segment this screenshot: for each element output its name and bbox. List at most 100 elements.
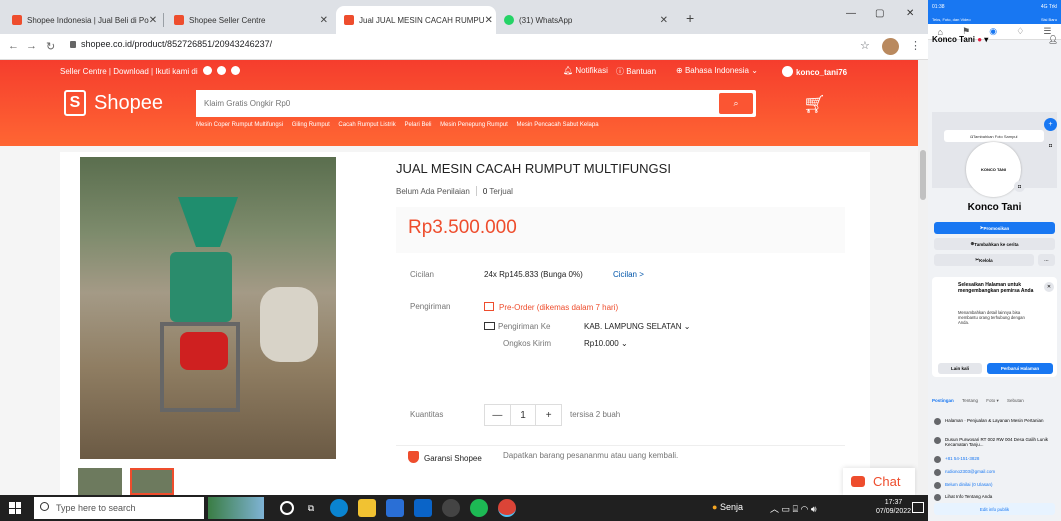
tab-photos[interactable]: Foto ▾ (986, 398, 999, 403)
maximize-button[interactable]: ▢ (875, 8, 884, 19)
edit-public-info-button[interactable]: Edit info publik (934, 503, 1055, 515)
product-thumbnail-selected[interactable] (130, 468, 174, 495)
mail-icon[interactable] (414, 499, 432, 517)
instagram-icon[interactable] (217, 66, 227, 75)
reload-icon[interactable]: ↻ (46, 40, 55, 53)
bell-icon[interactable]: ♢ (1016, 26, 1024, 37)
minimize-button[interactable]: — (846, 8, 856, 19)
installment-link[interactable]: Cicilan > (613, 270, 644, 279)
edge-icon[interactable] (330, 499, 348, 517)
suggestion-link[interactable]: Mesin Pencacah Sabut Kelapa (517, 122, 599, 128)
close-icon[interactable]: ✕ (485, 15, 493, 26)
suggestion-link[interactable]: Cacah Rumput Listrik (338, 122, 395, 128)
info-email[interactable]: rudiono2303@gmail.com (934, 469, 1058, 476)
close-icon[interactable]: ✕ (149, 15, 157, 26)
forward-arrow-icon[interactable]: → (26, 40, 37, 52)
chat-button[interactable]: Chat (843, 468, 915, 495)
profile-icon[interactable]: ◉ (989, 26, 997, 37)
download-link[interactable]: Download (113, 67, 149, 76)
facebook-icon[interactable] (202, 66, 212, 75)
qty-input[interactable]: 1 (509, 405, 537, 425)
search-highlight-image[interactable] (208, 497, 264, 519)
qty-plus-button[interactable]: + (536, 405, 561, 425)
camera-icon[interactable]: ◘ (1014, 181, 1025, 192)
add-story-button[interactable]: ⊕ Tambahkan ke cerita (934, 238, 1055, 250)
promote-button[interactable]: ➤ Promosikan (934, 222, 1055, 234)
add-cover-button[interactable]: ◘ Tambahkan Foto Sampul (944, 130, 1044, 142)
back-arrow-icon[interactable]: ← (8, 40, 19, 52)
menu-kebab-icon[interactable]: ⋮ (910, 39, 921, 52)
store-icon[interactable] (386, 499, 404, 517)
more-button[interactable]: ··· (1038, 254, 1055, 266)
profile-avatar[interactable] (882, 38, 899, 55)
add-plus-icon[interactable]: + (1044, 118, 1057, 131)
task-view-icon[interactable]: ⧉ (302, 499, 320, 517)
info-phone[interactable]: +81 54-151-3828 (934, 456, 1058, 463)
chevron-down-icon: ⌄ (751, 66, 758, 75)
app-icon[interactable] (442, 499, 460, 517)
seller-centre-link[interactable]: Seller Centre (60, 67, 107, 76)
cortana-icon[interactable] (280, 501, 294, 515)
help-link[interactable]: ⓘ Bantuan (616, 66, 656, 77)
bookmark-star-icon[interactable]: ☆ (860, 39, 870, 52)
windows-start-icon[interactable] (9, 502, 21, 514)
line-icon[interactable] (231, 66, 241, 75)
info-see-about[interactable]: Lihat Info Tentang Anda (934, 494, 1058, 501)
account-menu[interactable]: konco_tani76 (782, 66, 847, 77)
scrollbar-thumb[interactable] (920, 150, 926, 200)
tab-shopee-indonesia[interactable]: Shopee Indonesia | Jual Beli di Po ✕ (4, 6, 164, 34)
close-icon[interactable]: ✕ (660, 15, 668, 26)
shopee-guarantee[interactable]: Garansi Shopee (408, 451, 482, 463)
taskbar-search[interactable]: Type here to search (34, 497, 204, 519)
update-page-button[interactable]: Perbarui Halaman (987, 363, 1053, 374)
spotify-icon[interactable] (470, 499, 488, 517)
notifications-link[interactable]: 🔔︎ Notifikasi (563, 66, 608, 75)
people-icon[interactable]: 👤︎ (1048, 35, 1058, 44)
close-icon[interactable]: ✕ (320, 15, 328, 26)
profile-picture[interactable]: KONCO TANI (966, 142, 1021, 197)
chrome-icon[interactable] (498, 499, 516, 517)
complete-page-card: Selesaikan Halaman untuk mengembangkan p… (932, 277, 1057, 377)
sold-count: 0 (482, 187, 488, 196)
cart-icon[interactable]: 🛒︎ (803, 94, 826, 115)
lock-icon (70, 41, 76, 48)
suggestion-link[interactable]: Mesin Penepung Rumput (440, 122, 508, 128)
shopee-bag-icon: S (64, 90, 86, 116)
search-input[interactable] (196, 90, 676, 117)
fb-page-name[interactable]: Konco Tani ● ▾ (932, 35, 988, 44)
ship-to-selector[interactable]: KAB. LAMPUNG SELATAN ⌄ (584, 322, 690, 331)
manage-button[interactable]: ✂ Kelola (934, 254, 1034, 266)
product-thumbnail[interactable] (78, 468, 122, 495)
close-icon[interactable]: ✕ (1044, 282, 1054, 292)
qty-minus-button[interactable]: — (485, 405, 510, 425)
tab-product-page[interactable]: Jual JUAL MESIN CACAH RUMPU ✕ (336, 6, 496, 34)
tab-posts[interactable]: Postingan (932, 398, 954, 403)
camera-icon[interactable]: ◘ (1045, 140, 1056, 151)
file-explorer-icon[interactable] (358, 499, 376, 517)
later-button[interactable]: Lain kali (938, 363, 982, 374)
url-field[interactable]: shopee.co.id/product/852726851/209432462… (70, 39, 272, 49)
notification-center-icon[interactable] (912, 502, 924, 513)
search-button[interactable]: ⌕ (719, 93, 753, 114)
new-tab-button[interactable]: + (686, 10, 694, 26)
suggestion-link[interactable]: Giling Rumput (292, 122, 330, 128)
weather-widget[interactable]: ● Senja (712, 502, 743, 512)
tab-seller-centre[interactable]: Shopee Seller Centre ✕ (166, 6, 336, 34)
chevron-up-icon: ︿ (770, 504, 780, 514)
system-tray[interactable]: ︿ ▭ ⌸ ◠ 🔊︎ (770, 502, 817, 515)
suggestion-link[interactable]: Mesin Coper Rumput Multifungsi (196, 122, 283, 128)
info-rating[interactable]: Belum dinilai (0 Ulasan) (934, 482, 1058, 489)
product-price: Rp3.500.000 (408, 217, 517, 238)
ship-cost-selector[interactable]: Rp10.000 ⌄ (584, 339, 628, 348)
page-scrollbar[interactable] (918, 60, 928, 495)
shopee-logo[interactable]: S Shopee (64, 90, 163, 116)
language-selector[interactable]: ⊕ Bahasa Indonesia ⌄ (676, 66, 758, 75)
tab-about[interactable]: Tentang (962, 398, 978, 403)
tab-mentions[interactable]: Sebutan (1007, 398, 1024, 403)
product-main-image[interactable] (80, 157, 336, 459)
suggestion-link[interactable]: Pelari Beli (404, 122, 431, 128)
tab-whatsapp[interactable]: (31) WhatsApp ✕ (496, 6, 676, 34)
mail-icon (934, 469, 941, 476)
close-window-button[interactable]: ✕ (906, 8, 914, 19)
taskbar-clock[interactable]: 17:37 07/09/2022 (876, 498, 911, 516)
